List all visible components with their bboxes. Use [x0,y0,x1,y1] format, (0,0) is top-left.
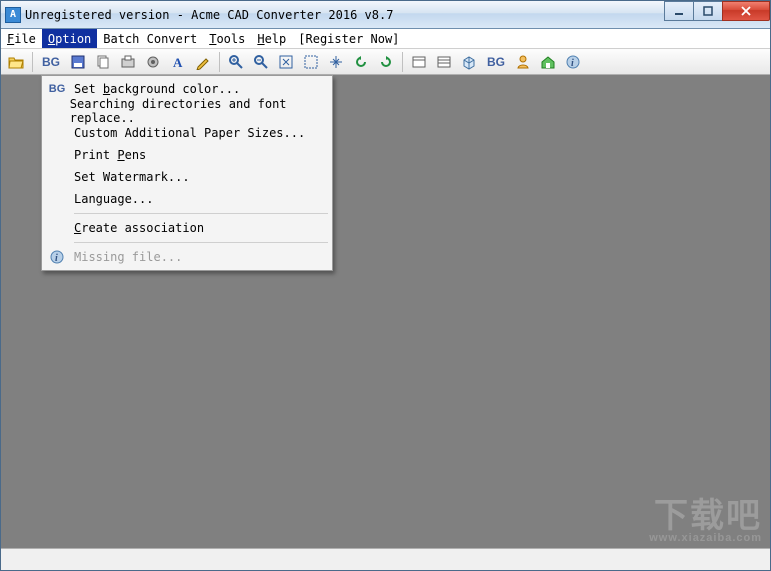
window-title: Unregistered version - Acme CAD Converte… [25,8,393,22]
menu-item-language[interactable]: Language... [44,188,330,210]
font-icon[interactable]: A [167,51,189,73]
svg-text:i: i [571,58,574,69]
rotate-right-icon[interactable] [375,51,397,73]
bg-text-icon[interactable]: BG [483,51,509,73]
toolbar-separator [402,52,403,72]
plot-icon[interactable] [117,51,139,73]
toolbar-separator [32,52,33,72]
pen-icon[interactable] [192,51,214,73]
pan-icon[interactable] [325,51,347,73]
home-icon[interactable] [537,51,559,73]
app-window: A Unregistered version - Acme CAD Conver… [0,0,771,571]
minimize-button[interactable] [664,1,694,21]
status-bar [1,548,770,570]
zoom-window-icon[interactable] [300,51,322,73]
menu-item-label: Language... [74,192,153,206]
menu-item-label: Set Watermark... [74,170,190,184]
toolbar: BG A BG i [1,49,770,75]
zoom-extents-icon[interactable] [275,51,297,73]
save-icon[interactable] [67,51,89,73]
zoom-out-icon[interactable] [250,51,272,73]
menu-item-searching-directories-and-font-replace[interactable]: Searching directories and font replace.. [44,100,330,122]
toolbar-separator [219,52,220,72]
copy-icon[interactable] [92,51,114,73]
menu-option[interactable]: Option [42,29,97,48]
3d-icon[interactable] [458,51,480,73]
menu-help[interactable]: Help [251,29,292,48]
info-icon: i [44,246,70,268]
rotate-left-icon[interactable] [350,51,372,73]
setup-icon[interactable] [142,51,164,73]
watermark-url: www.xiazaiba.com [649,533,762,544]
menu-item-label: Missing file... [74,250,182,264]
menu-register-now[interactable]: [Register Now] [292,29,405,48]
bg-text-icon[interactable]: BG [38,51,64,73]
content-area: BG Set background color...Searching direc… [1,75,770,548]
watermark: 下载吧 www.xiazaiba.com [649,499,762,544]
svg-text:i: i [55,253,58,264]
menu-item-create-association[interactable]: Create association [44,217,330,239]
window-controls [665,1,770,21]
close-button[interactable] [722,1,770,21]
bg-text-icon: BG [44,78,70,100]
menu-item-label: Custom Additional Paper Sizes... [74,126,305,140]
menu-separator [74,242,328,243]
menu-item-print-pens[interactable]: Print Pens [44,144,330,166]
menu-bar: FileOptionBatch ConvertToolsHelp[Registe… [1,29,770,49]
menu-tools[interactable]: Tools [203,29,251,48]
menu-item-missing-file: i Missing file... [44,246,330,268]
menu-file[interactable]: File [1,29,42,48]
menu-separator [74,213,328,214]
option-menu-dropdown: BG Set background color...Searching direc… [41,75,333,271]
menu-item-label: Searching directories and font replace.. [70,97,312,125]
app-icon: A [5,7,21,23]
title-bar: A Unregistered version - Acme CAD Conver… [1,1,770,29]
view-icon[interactable] [408,51,430,73]
svg-text:A: A [173,55,183,70]
menu-item-label: Print Pens [74,148,146,162]
maximize-button[interactable] [693,1,723,21]
user-icon[interactable] [512,51,534,73]
menu-item-label: Set background color... [74,82,240,96]
menu-item-set-watermark[interactable]: Set Watermark... [44,166,330,188]
open-folder-icon[interactable] [5,51,27,73]
info-icon[interactable]: i [562,51,584,73]
layers-icon[interactable] [433,51,455,73]
menu-item-custom-additional-paper-sizes[interactable]: Custom Additional Paper Sizes... [44,122,330,144]
menu-item-label: Create association [74,221,204,235]
zoom-in-icon[interactable] [225,51,247,73]
menu-batch-convert[interactable]: Batch Convert [97,29,203,48]
watermark-text: 下载吧 [654,497,762,535]
